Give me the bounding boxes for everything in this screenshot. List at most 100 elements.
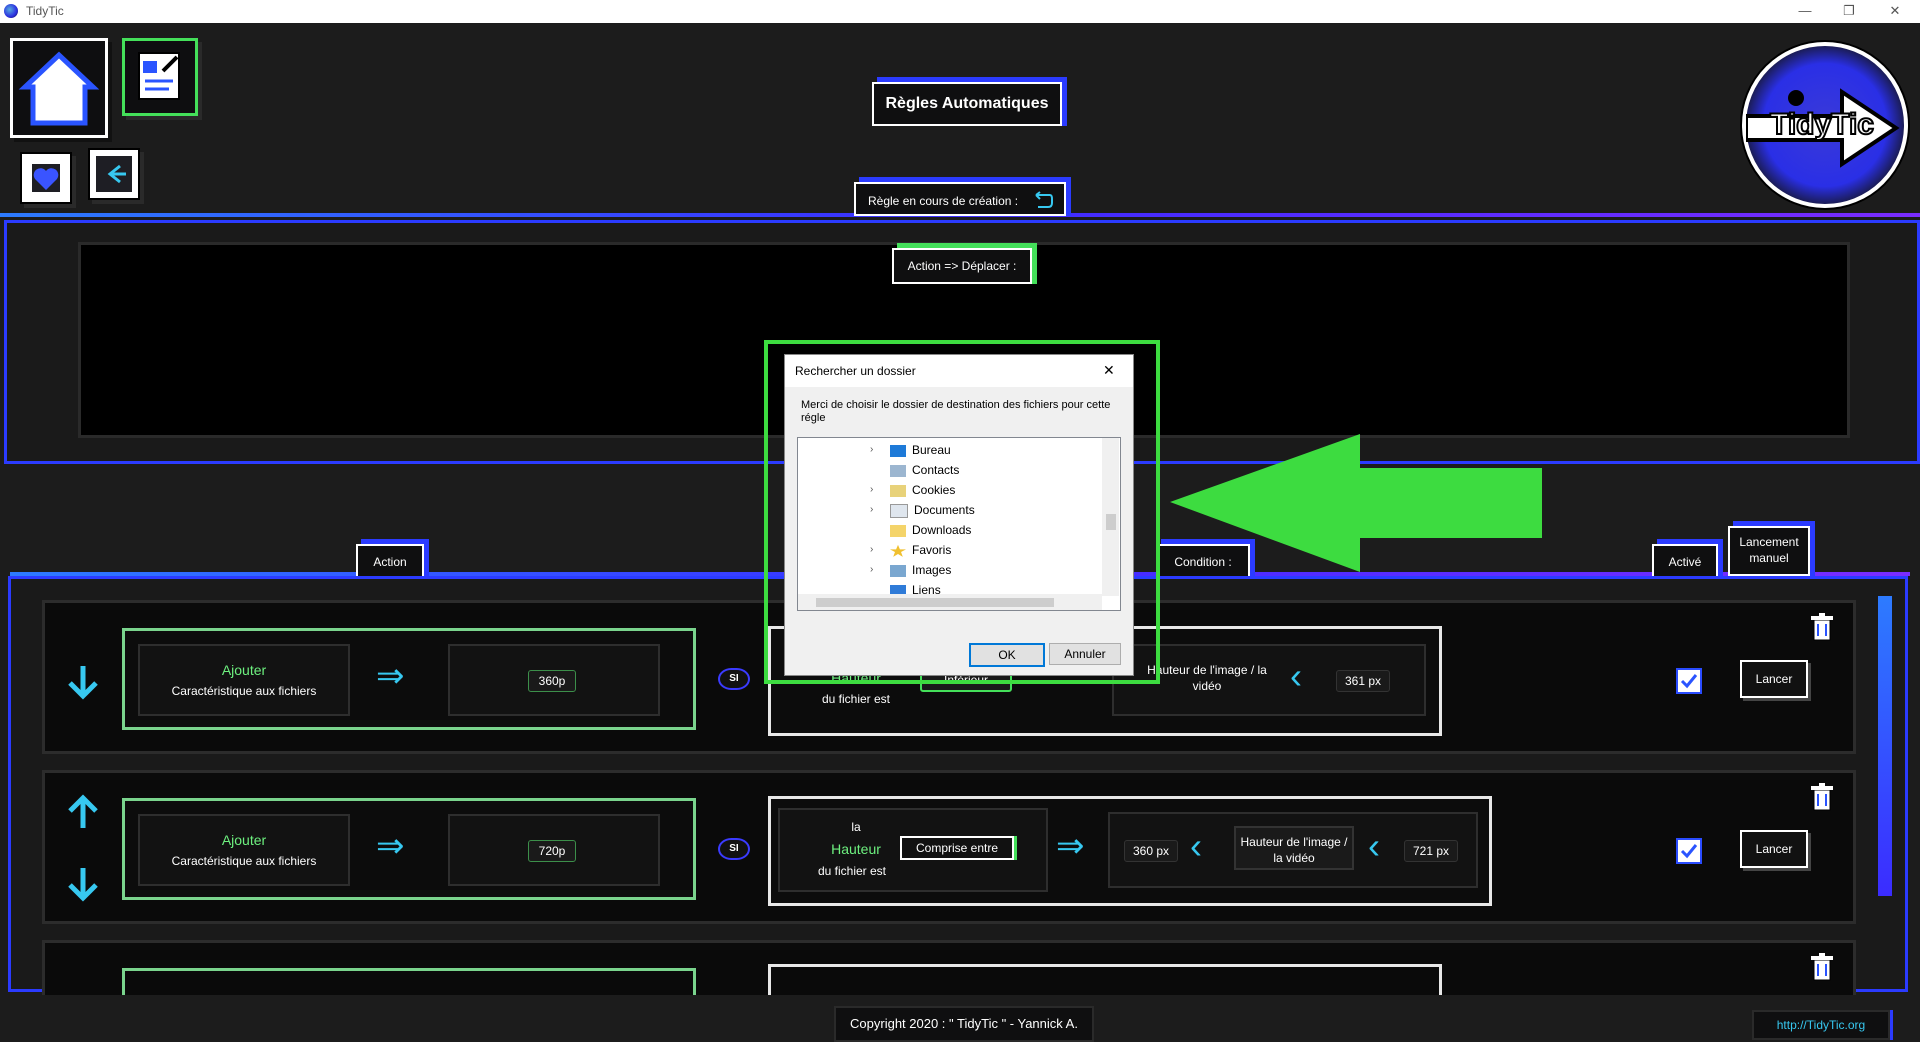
star-icon — [890, 544, 906, 557]
expand-icon[interactable]: › — [870, 480, 873, 500]
tree-item-images[interactable]: › Images — [870, 560, 1090, 580]
rule-2-low[interactable]: 360 px — [1124, 840, 1178, 862]
undo-icon[interactable] — [1032, 191, 1054, 211]
column-action: Action — [356, 544, 424, 580]
rule-2-then-icon: ⇒ — [1056, 827, 1085, 865]
rule-2-action-select[interactable]: Ajouter Caractéristique aux fichiers — [138, 814, 350, 886]
expand-icon[interactable]: › — [870, 540, 873, 560]
rule-2-arrow-icon: ⇒ — [376, 827, 405, 865]
rule-2-delete-icon[interactable] — [1808, 782, 1836, 817]
app-icon — [4, 4, 18, 18]
rule-1-si-badge: SI — [718, 668, 750, 690]
rule-1-arrow-icon: ⇒ — [376, 657, 405, 695]
folder-tree[interactable]: › Bureau Contacts › Cookies › Documents Dow… — [797, 437, 1121, 611]
rule-1-action-subtitle: Caractéristique aux fichiers — [171, 684, 317, 698]
tree-hscroll-thumb[interactable] — [816, 598, 1054, 607]
window-title: TidyTic — [26, 4, 64, 18]
rule-1-delete-icon[interactable] — [1808, 612, 1836, 647]
copyright: Copyright 2020 : " TidyTic " - Yannick A… — [834, 1006, 1094, 1042]
tree-label: Documents — [914, 503, 975, 517]
expand-icon[interactable]: › — [870, 560, 873, 580]
rule-2-action-subtitle: Caractéristique aux fichiers — [171, 854, 317, 868]
tree-item-bureau[interactable]: › Bureau — [870, 440, 1090, 460]
tree-item-favoris[interactable]: › Favoris — [870, 540, 1090, 560]
shortcut-folder-icon — [890, 484, 906, 497]
dialog-titlebar: Rechercher un dossier ✕ — [785, 355, 1133, 387]
home-button[interactable] — [10, 38, 108, 138]
rule-2-value-box: 720p — [448, 814, 660, 886]
rule-1-launch-button[interactable]: Lancer — [1740, 660, 1808, 698]
rule-1-value-box: 360p — [448, 644, 660, 716]
tree-hscrollbar[interactable] — [798, 594, 1102, 610]
desktop-icon — [890, 444, 906, 457]
check-icon — [1680, 674, 1698, 689]
tree-item-cookies[interactable]: › Cookies — [870, 480, 1090, 500]
arrow-left-icon — [96, 156, 132, 192]
rule-2-operator[interactable]: Comprise entre — [900, 836, 1014, 860]
rule-2-launch-button[interactable]: Lancer — [1740, 830, 1808, 868]
move-down-icon-2[interactable] — [64, 866, 102, 907]
check-icon-2 — [1680, 844, 1698, 859]
rule-2-target-label: Hauteur de l'image / la vidéo — [1234, 826, 1354, 870]
dialog-title: Rechercher un dossier — [795, 364, 916, 378]
creating-rule-label: Règle en cours de création : — [854, 182, 1066, 216]
logo-text: TidyTic — [1769, 107, 1875, 142]
rule-1-action-title: Ajouter — [221, 662, 267, 678]
tree-item-downloads[interactable]: Downloads — [890, 520, 1090, 540]
tree-label: Contacts — [912, 463, 960, 477]
tree-label: Downloads — [912, 523, 972, 537]
heart-shape — [33, 168, 59, 190]
column-active: Activé — [1652, 544, 1718, 580]
move-up-icon[interactable] — [64, 794, 102, 835]
tree-vscroll-thumb[interactable] — [1106, 514, 1116, 530]
page-title: Règles Automatiques — [872, 82, 1062, 126]
rule-1-cond-line2: du fichier est — [821, 692, 891, 706]
folder-dialog: Rechercher un dossier ✕ Merci de choisir… — [784, 354, 1134, 676]
home-icon — [18, 51, 100, 126]
logo[interactable]: TidyTic — [1742, 42, 1908, 208]
rules-scrollbar[interactable] — [1878, 596, 1892, 896]
dialog-message: Merci de choisir le dossier de destinati… — [801, 399, 1111, 424]
minimize-button[interactable]: — — [1782, 0, 1828, 23]
tree-item-contacts[interactable]: Contacts — [890, 460, 1090, 480]
rule-3-delete-icon[interactable] — [1808, 952, 1836, 987]
rule-3-condition-box — [768, 964, 1442, 995]
column-manual-launch: Lancement manuel — [1728, 526, 1810, 576]
rule-2-action-title: Ajouter — [221, 832, 267, 848]
documents-icon — [890, 503, 908, 518]
tree-label: Bureau — [912, 443, 951, 457]
favorite-button[interactable] — [20, 152, 72, 204]
tree-label: Favoris — [912, 543, 952, 557]
rule-2-active-checkbox[interactable] — [1676, 838, 1702, 864]
action-move-label: Action => Déplacer : — [892, 248, 1032, 284]
rule-2-less-icon-2: ‹ — [1368, 825, 1380, 866]
expand-icon[interactable]: › — [870, 500, 873, 520]
back-button[interactable] — [88, 148, 140, 200]
tree-label: Cookies — [912, 483, 956, 497]
move-down-icon[interactable] — [64, 664, 102, 705]
rule-1-active-checkbox[interactable] — [1676, 668, 1702, 694]
restore-button[interactable]: ❐ — [1826, 0, 1872, 23]
rule-1-action-select[interactable]: Ajouter Caractéristique aux fichiers — [138, 644, 350, 716]
cancel-button[interactable]: Annuler — [1049, 643, 1121, 665]
dialog-close-button[interactable]: ✕ — [1103, 362, 1115, 379]
rule-1-target-label: Hauteur de l'image / la vidéo — [1147, 663, 1267, 693]
website-link[interactable]: http://TidyTic.org — [1752, 1010, 1890, 1040]
rule-2-range-box: 360 px ‹ Hauteur de l'image / la vidéo ‹… — [1108, 812, 1478, 888]
edit-rules-button[interactable] — [122, 38, 198, 116]
expand-icon[interactable]: › — [870, 440, 873, 460]
rule-1-limit[interactable]: 361 px — [1336, 670, 1390, 692]
pictures-icon — [890, 564, 906, 577]
tree-item-documents[interactable]: › Documents — [870, 500, 1090, 520]
rule-1-less-icon: ‹ — [1290, 655, 1302, 696]
tree-vscrollbar[interactable] — [1102, 438, 1119, 596]
rule-2-cond-line1: Hauteur — [831, 841, 881, 857]
rule-2-cond-line2: du fichier est — [817, 864, 887, 878]
rule-2-high[interactable]: 721 px — [1404, 840, 1458, 862]
tree-label: Images — [912, 563, 952, 577]
rule-2-value[interactable]: 720p — [528, 840, 576, 862]
close-window-button[interactable]: ✕ — [1872, 0, 1918, 23]
ok-button[interactable]: OK — [969, 643, 1045, 667]
rule-1-value[interactable]: 360p — [528, 670, 576, 692]
tree-list: › Bureau Contacts › Cookies › Documents Dow… — [870, 440, 1090, 610]
